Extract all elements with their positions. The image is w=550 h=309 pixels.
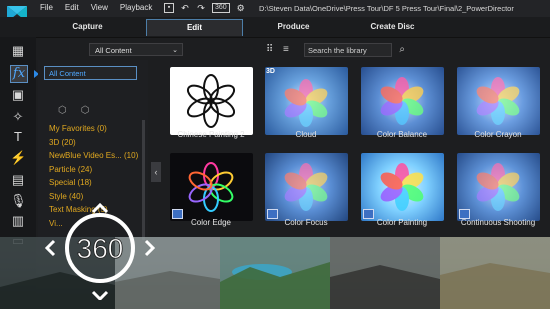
grid-view-icon[interactable]: ⠿: [266, 44, 273, 55]
tab-capture[interactable]: Capture: [40, 19, 135, 35]
flower-thumbnail-icon: [186, 74, 236, 128]
menu-file[interactable]: File: [40, 3, 53, 12]
effect-tile[interactable]: [170, 153, 253, 221]
effect-label: Color Focus: [284, 218, 328, 227]
fx-room-icon[interactable]: fx: [10, 65, 28, 83]
effect-label: Continuous Shooting: [460, 218, 536, 227]
media-room-icon[interactable]: ▦: [10, 43, 26, 59]
voice-over-room-icon[interactable]: 🎙: [10, 193, 27, 209]
menu-bar: File Edit View Playback: [40, 3, 152, 12]
collapse-panel-button[interactable]: ‹: [151, 162, 161, 182]
search-placeholder: Search the library: [308, 46, 367, 55]
category-all-content[interactable]: All Content: [44, 66, 137, 80]
sort-menu-icon[interactable]: ≡: [283, 44, 289, 55]
effect-tile[interactable]: 3D: [265, 67, 348, 135]
category-particle[interactable]: Particle (24): [49, 163, 138, 177]
quick-toolbar: ▪ ↶ ↷ 360 ⚙: [164, 1, 246, 15]
add-tag-icon[interactable]: ⬡: [58, 105, 67, 116]
tab-create-disc[interactable]: Create Disc: [345, 19, 440, 35]
effect-tile[interactable]: [361, 67, 444, 135]
menu-view[interactable]: View: [91, 3, 108, 12]
effect-tile[interactable]: [457, 67, 540, 135]
effect-label: Cloud: [295, 130, 317, 139]
category-special[interactable]: Special (18): [49, 176, 138, 190]
tab-edit[interactable]: Edit: [146, 19, 243, 36]
content-filter-value: All Content: [95, 46, 132, 55]
gear-icon[interactable]: ⚙: [236, 3, 246, 13]
chapter-room-icon[interactable]: ▥: [10, 213, 26, 229]
effect-label: Color Crayon: [474, 130, 522, 139]
effect-label: Chinese Painting 2: [177, 130, 245, 139]
effect-label: Color Edge: [190, 218, 232, 227]
category-newblue[interactable]: NewBlue Video Es... (10): [49, 149, 138, 163]
tag-tools: ⬡ ⬡: [58, 105, 89, 116]
redo-icon[interactable]: ↷: [196, 3, 206, 13]
save-icon[interactable]: ▪: [164, 3, 174, 13]
particle-room-icon[interactable]: ✧: [10, 109, 26, 125]
title-bar: File Edit View Playback ▪ ↶ ↷ 360 ⚙ D:\S…: [0, 0, 550, 22]
title-room-icon[interactable]: T: [10, 129, 26, 145]
flower-thumbnail-icon: [284, 79, 328, 127]
effect-label: Color Painting: [376, 218, 428, 227]
view-360-button[interactable]: 360: [212, 3, 230, 13]
chevron-down-icon: ⌄: [172, 47, 178, 54]
category-my-favorites[interactable]: My Favorites (0): [49, 122, 138, 136]
remove-tag-icon[interactable]: ⬡: [81, 105, 90, 116]
effect-tile[interactable]: [170, 67, 253, 135]
content-filter-dropdown[interactable]: All Content ⌄: [89, 43, 183, 56]
flower-thumbnail-icon: [380, 77, 424, 125]
3d-badge: 3D: [266, 68, 275, 75]
search-icon[interactable]: ⌕: [399, 43, 405, 56]
effect-tile[interactable]: [265, 153, 348, 221]
transition-room-icon[interactable]: ⚡: [10, 150, 26, 166]
effect-tile[interactable]: [457, 153, 540, 221]
project-path: D:\Steven Data\OneDrive\Press Tour\DF 5 …: [259, 4, 514, 13]
menu-edit[interactable]: Edit: [65, 3, 79, 12]
tab-produce[interactable]: Produce: [246, 19, 341, 35]
category-3d[interactable]: 3D (20): [49, 136, 138, 150]
pip-room-icon[interactable]: ▣: [10, 87, 26, 103]
effect-label: Color Balance: [376, 130, 428, 139]
effect-tile[interactable]: [361, 153, 444, 221]
360-badge-icon: 360: [45, 202, 155, 300]
undo-icon[interactable]: ↶: [180, 3, 190, 13]
search-input[interactable]: Search the library ⌕: [304, 43, 405, 57]
360-badge-text: 360: [77, 233, 124, 264]
audio-mixing-room-icon[interactable]: ▤: [10, 172, 26, 188]
menu-playback[interactable]: Playback: [120, 3, 152, 12]
flower-thumbnail-icon: [476, 77, 520, 125]
